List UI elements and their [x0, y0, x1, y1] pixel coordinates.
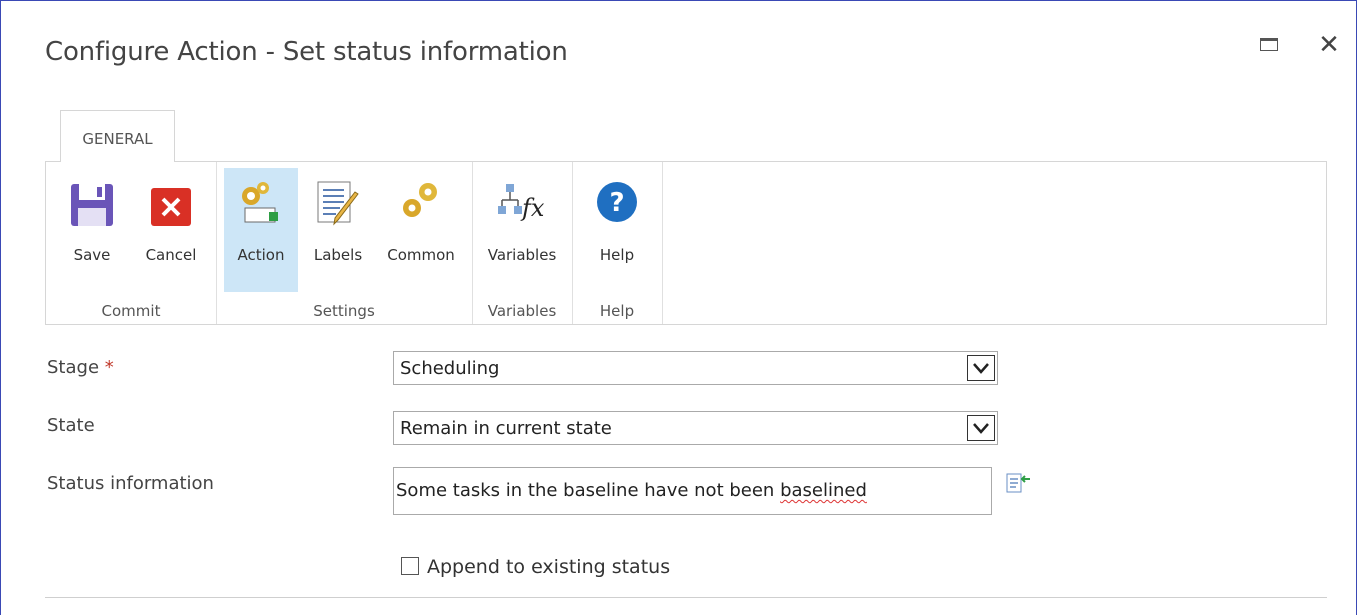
group-label-variables: Variables [487, 302, 557, 320]
action-button[interactable]: Action [224, 168, 298, 292]
status-information-value: Some tasks in the baseline have not been… [396, 480, 867, 501]
status-information-label: Status information [47, 473, 214, 494]
state-dropdown-button[interactable] [967, 415, 995, 441]
labels-label: Labels [313, 246, 363, 264]
status-text-misspelled: baselined [780, 480, 867, 501]
group-label-commit: Commit [101, 302, 161, 320]
close-icon: ✕ [1318, 30, 1340, 60]
insert-reference-icon[interactable] [1006, 473, 1032, 497]
stage-label: Stage * [47, 357, 114, 378]
dialog-title: Configure Action - Set status informatio… [45, 37, 568, 67]
ribbon-group-help: ? Help Help [572, 162, 663, 324]
chevron-down-icon [973, 423, 989, 434]
required-marker: * [104, 357, 114, 378]
help-label: Help [599, 246, 635, 264]
ribbon: Save Cancel Commit Action Labels Common … [45, 161, 1327, 325]
state-select-value: Remain in current state [400, 418, 612, 439]
chevron-down-icon [973, 363, 989, 374]
action-label: Action [237, 246, 285, 264]
variables-label: Variables [487, 246, 557, 264]
stage-label-text: Stage [47, 357, 100, 378]
group-label-help: Help [599, 302, 635, 320]
cancel-button[interactable]: Cancel [136, 168, 206, 292]
stage-select-value: Scheduling [400, 358, 500, 379]
save-icon [71, 184, 113, 226]
labels-icon [317, 181, 359, 226]
common-gears-icon [403, 183, 437, 217]
svg-text:fx: fx [520, 194, 545, 222]
common-label: Common [387, 246, 455, 264]
ribbon-group-settings: Action Labels Common Settings [216, 162, 473, 324]
maximize-button[interactable] [1258, 33, 1282, 57]
ribbon-group-commit: Save Cancel Commit [46, 162, 217, 324]
cancel-icon [151, 188, 191, 226]
svg-text:?: ? [609, 188, 624, 218]
common-button[interactable]: Common [378, 168, 464, 292]
action-icon [242, 182, 278, 223]
help-icon: ? [597, 182, 637, 222]
cancel-label: Cancel [145, 246, 197, 264]
bottom-divider [45, 597, 1327, 598]
configure-action-dialog: Configure Action - Set status informatio… [0, 0, 1357, 615]
status-information-input[interactable]: Some tasks in the baseline have not been… [393, 467, 992, 515]
labels-button[interactable]: Labels [306, 168, 370, 292]
ribbon-group-variables: fx Variables Variables [472, 162, 573, 324]
group-label-settings: Settings [313, 302, 375, 320]
status-text-prefix: Some tasks in the baseline have not been [396, 480, 781, 501]
stage-select[interactable]: Scheduling [393, 351, 998, 385]
append-status-label: Append to existing status [427, 556, 671, 578]
append-status-checkbox[interactable] [401, 557, 419, 575]
close-button[interactable]: ✕ [1317, 30, 1341, 60]
save-button[interactable]: Save [58, 168, 126, 292]
tab-general[interactable]: GENERAL [60, 110, 175, 162]
state-select[interactable]: Remain in current state [393, 411, 998, 445]
save-label: Save [73, 246, 111, 264]
maximize-icon [1260, 38, 1278, 51]
variables-fx-icon: fx [498, 184, 545, 222]
state-label: State [47, 415, 95, 436]
stage-dropdown-button[interactable] [967, 355, 995, 381]
help-button[interactable]: ? Help [584, 168, 650, 292]
variables-button[interactable]: fx Variables [480, 168, 564, 292]
